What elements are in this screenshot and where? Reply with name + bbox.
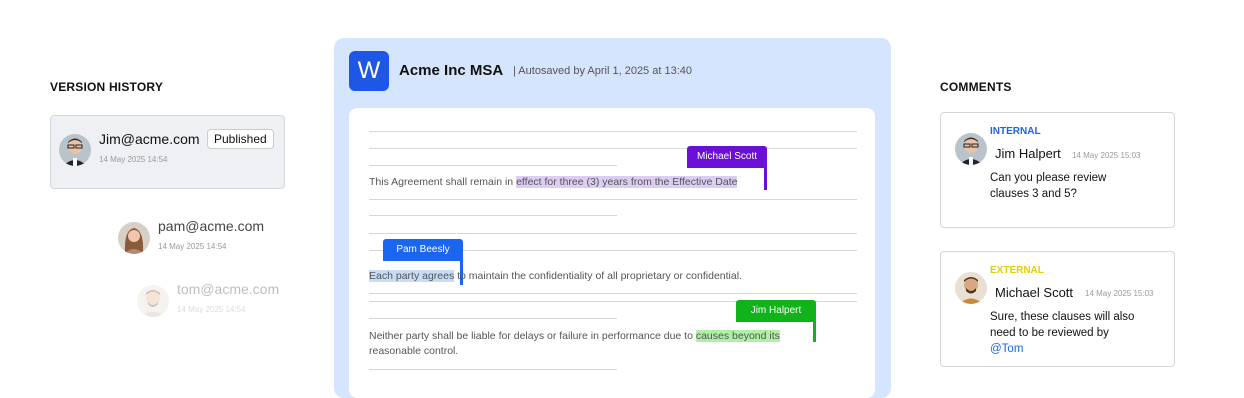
highlight-pam[interactable]: Each party agrees bbox=[369, 270, 455, 282]
avatar bbox=[955, 133, 987, 165]
comment-body: Sure, these clauses will also need to be… bbox=[990, 311, 1135, 339]
text-line-placeholder bbox=[369, 148, 857, 149]
comment-author: Michael Scott bbox=[995, 285, 1074, 300]
highlight-jim[interactable]: causes beyond its bbox=[695, 330, 780, 342]
mention-link[interactable]: @Tom bbox=[990, 343, 1023, 355]
avatar bbox=[59, 134, 91, 166]
cursor-marker bbox=[764, 168, 767, 190]
clause-force-majeure: Neither party shall be liable for delays… bbox=[369, 329, 824, 359]
clause-confidentiality: Each party agrees to maintain the confid… bbox=[369, 269, 869, 284]
comment-date: 14 May 2025 15:03 bbox=[1072, 151, 1141, 160]
version-date: 14 May 2025 14:54 bbox=[158, 242, 227, 251]
avatar bbox=[118, 222, 150, 254]
clause-text: reasonable control. bbox=[369, 345, 459, 357]
text-line-placeholder bbox=[369, 233, 857, 234]
version-email: Jim@acme.com bbox=[99, 131, 200, 147]
author-tag-pam[interactable]: Pam Beesly bbox=[383, 239, 463, 261]
clause-text: This Agreement shall remain in bbox=[369, 176, 517, 188]
text-line-placeholder bbox=[369, 369, 617, 370]
clause-text: Neither party shall be liable for delays… bbox=[369, 330, 696, 342]
text-line-placeholder bbox=[369, 215, 617, 216]
version-email[interactable]: pam@acme.com bbox=[158, 218, 264, 234]
text-line-placeholder bbox=[369, 165, 617, 166]
comment-type-label: INTERNAL bbox=[990, 126, 1041, 137]
version-email[interactable]: tom@acme.com bbox=[177, 281, 279, 297]
text-line-placeholder bbox=[369, 293, 857, 294]
text-line-placeholder bbox=[369, 318, 617, 319]
version-date: 14 May 2025 14:54 bbox=[99, 155, 168, 164]
comment-type-label: EXTERNAL bbox=[990, 265, 1044, 276]
author-tag-jim[interactable]: Jim Halpert bbox=[736, 300, 816, 322]
word-logo-icon: W bbox=[349, 51, 389, 91]
avatar bbox=[137, 285, 169, 317]
version-date: 14 May 2025 14:54 bbox=[177, 305, 246, 314]
clause-term: This Agreement shall remain in effect fo… bbox=[369, 175, 869, 190]
comment-author: Jim Halpert bbox=[995, 146, 1061, 161]
highlight-michael[interactable]: effect for three (3) years from the Effe… bbox=[516, 176, 738, 188]
published-badge: Published bbox=[207, 129, 274, 149]
comment-date: 14 May 2025 15:03 bbox=[1085, 289, 1154, 298]
author-tag-michael[interactable]: Michael Scott bbox=[687, 146, 767, 168]
comments-title: COMMENTS bbox=[940, 80, 1012, 94]
comment-text: Can you please review clauses 3 and 5? bbox=[990, 172, 1107, 200]
comment-text: Sure, these clauses will also need to be… bbox=[990, 309, 1140, 357]
version-history-title: VERSION HISTORY bbox=[50, 80, 164, 94]
clause-text: to maintain the confidentiality of all p… bbox=[454, 270, 742, 282]
autosave-status: | Autosaved by April 1, 2025 at 13:40 bbox=[513, 65, 692, 77]
avatar bbox=[955, 272, 987, 304]
text-line-placeholder bbox=[369, 131, 857, 132]
text-line-placeholder bbox=[369, 199, 857, 200]
document-title: Acme Inc MSA bbox=[399, 62, 504, 79]
